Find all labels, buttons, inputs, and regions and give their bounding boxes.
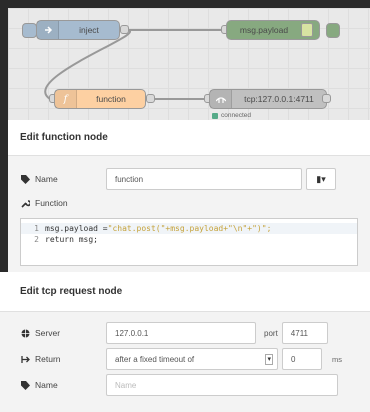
book-icon[interactable]: ▮▾ xyxy=(306,168,336,190)
arrow-right-icon xyxy=(37,21,59,39)
code-line: 1 msg.payload = "chat.post("+msg.payload… xyxy=(21,223,357,234)
function-icon: f xyxy=(55,90,77,108)
tag-icon xyxy=(20,174,30,184)
timeout-unit: ms xyxy=(332,354,342,364)
globe-icon xyxy=(20,328,30,338)
server-label: Server xyxy=(20,328,106,338)
dialog-body: Server 127.0.0.1 port 4711 Return after … xyxy=(0,312,370,412)
inject-node-label: inject xyxy=(79,25,99,35)
name-label: Name xyxy=(20,380,106,390)
code-editor[interactable]: 1 msg.payload = "chat.post("+msg.payload… xyxy=(20,218,358,266)
name-label: Name xyxy=(20,174,106,184)
code-line: 2 return msg; xyxy=(21,234,357,245)
timeout-input[interactable]: 0 xyxy=(282,348,322,370)
edit-function-dialog: Edit function node Name function ▮▾ Func… xyxy=(8,120,370,276)
dialog-body: Name function ▮▾ Function 1 msg.payload … xyxy=(8,156,370,276)
function-node-label: function xyxy=(96,94,126,104)
tcp-name-input[interactable]: Name xyxy=(106,374,338,396)
debug-node[interactable]: msg.payload xyxy=(226,20,320,40)
inject-node[interactable]: inject xyxy=(36,20,120,40)
server-input[interactable]: 127.0.0.1 xyxy=(106,322,256,344)
list-icon xyxy=(301,23,313,37)
tcp-status-text: connected xyxy=(221,112,251,119)
dialog-title: Edit tcp request node xyxy=(0,272,370,312)
edit-tcp-request-dialog: Edit tcp request node Server 127.0.0.1 p… xyxy=(0,272,370,412)
dialog-title: Edit function node xyxy=(8,120,370,156)
tcp-status: connected xyxy=(212,112,251,119)
tag-icon xyxy=(20,380,30,390)
function-label: Function xyxy=(20,198,106,208)
debug-toggle-button[interactable] xyxy=(326,23,340,38)
debug-node-label: msg.payload xyxy=(239,25,289,35)
return-label: Return xyxy=(20,354,106,364)
tcp-node-label: tcp:127.0.0.1:4711 xyxy=(244,94,314,104)
tcp-request-node[interactable]: tcp:127.0.0.1:4711 xyxy=(209,89,327,109)
line-number: 2 xyxy=(34,235,39,244)
function-node[interactable]: f function xyxy=(54,89,146,109)
port-input[interactable]: 4711 xyxy=(281,322,328,344)
function-output-port[interactable] xyxy=(146,94,155,103)
spinner-icon: ▾ xyxy=(265,353,273,365)
sign-out-icon xyxy=(20,354,30,364)
port-label: port xyxy=(264,328,278,338)
return-select[interactable]: after a fixed timeout of ▾ xyxy=(106,348,278,370)
function-name-input[interactable]: function xyxy=(106,168,302,190)
inject-output-port[interactable] xyxy=(120,25,129,34)
flow-canvas[interactable]: inject msg.payload f function tcp:127.0.… xyxy=(8,8,370,124)
line-number: 1 xyxy=(34,224,39,233)
bridge-icon xyxy=(210,90,232,108)
inject-trigger-button[interactable] xyxy=(22,23,37,38)
tcp-output-port[interactable] xyxy=(322,94,331,103)
wrench-icon xyxy=(20,198,30,208)
status-dot-icon xyxy=(212,112,218,119)
